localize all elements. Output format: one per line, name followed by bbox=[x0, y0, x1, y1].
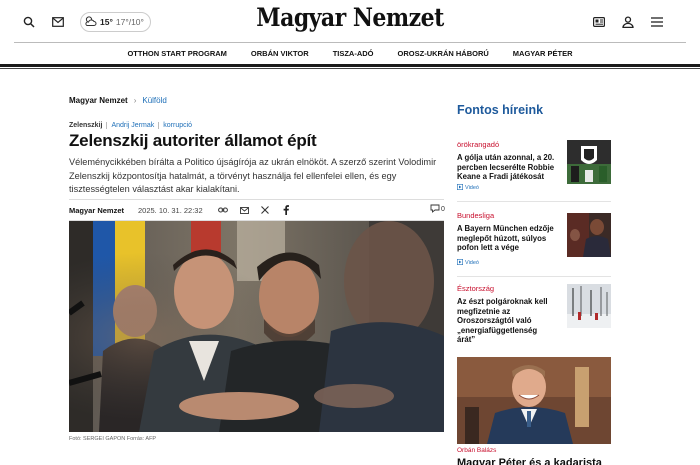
news-category[interactable]: örökrangadó bbox=[457, 140, 499, 149]
top-bar: 15° 17°/10° Magyar Nemzet bbox=[0, 0, 700, 44]
nav-item-magyar-peter[interactable]: MAGYAR PÉTER bbox=[501, 44, 585, 64]
nav-item-orosz-ukran-haboru[interactable]: OROSZ-UKRÁN HÁBORÚ bbox=[386, 44, 501, 64]
news-thumbnail[interactable] bbox=[567, 284, 611, 328]
play-icon bbox=[457, 259, 464, 267]
comment-icon bbox=[430, 204, 440, 215]
email-share-icon[interactable] bbox=[237, 204, 251, 216]
header-divider bbox=[14, 42, 686, 43]
sidebar-news-item[interactable]: örökrangadó A gólja után azonnal, a 20. … bbox=[457, 140, 612, 191]
meta-divider bbox=[69, 199, 444, 200]
news-thumbnail[interactable] bbox=[567, 213, 611, 257]
nav-item-otthon-start[interactable]: OTTHON START PROGRAM bbox=[115, 44, 238, 64]
search-icon[interactable] bbox=[21, 14, 37, 30]
sidebar-news-item[interactable]: Észtország Az észt polgároknak kell megf… bbox=[457, 284, 612, 344]
play-icon bbox=[457, 184, 464, 192]
news-headline[interactable]: A Bayern München edzője meglepőt húzott,… bbox=[457, 224, 557, 253]
comment-count[interactable]: 0 bbox=[430, 204, 445, 215]
site-logo[interactable]: Magyar Nemzet bbox=[42, 3, 658, 32]
menu-icon[interactable] bbox=[649, 14, 665, 30]
video-label-text: Videó bbox=[465, 185, 479, 191]
nav-item-orban-viktor[interactable]: ORBÁN VIKTOR bbox=[239, 44, 321, 64]
tag-link[interactable]: Zelenszkij bbox=[69, 122, 106, 129]
comment-count-value: 0 bbox=[441, 206, 445, 213]
article-date: 2025. 10. 31. 22:32 bbox=[138, 206, 203, 215]
video-label: Videó bbox=[457, 259, 479, 267]
video-label: Videó bbox=[457, 184, 479, 192]
article-hero-image bbox=[69, 221, 444, 432]
nav-divider-thick bbox=[0, 64, 700, 67]
feature-category[interactable]: Orbán Balázs bbox=[457, 447, 496, 454]
article-title: Zelenszkij autoriter államot épít bbox=[69, 131, 317, 150]
article-author[interactable]: Magyar Nemzet bbox=[69, 206, 124, 215]
breadcrumb: Magyar Nemzet › Külföld bbox=[69, 96, 167, 105]
chevron-right-icon: › bbox=[133, 96, 137, 105]
link-icon[interactable] bbox=[216, 204, 230, 216]
sidebar-title: Fontos híreink bbox=[457, 103, 544, 117]
article-tags: Zelenszkij Andrij Jermak korrupció bbox=[69, 122, 196, 129]
tag-link[interactable]: Andrij Jermak bbox=[106, 122, 158, 129]
feature-image[interactable] bbox=[457, 357, 611, 444]
news-category[interactable]: Észtország bbox=[457, 284, 494, 293]
user-icon[interactable] bbox=[620, 14, 636, 30]
news-thumbnail[interactable] bbox=[567, 140, 611, 184]
sidebar-divider bbox=[457, 201, 611, 202]
feature-headline[interactable]: Magyar Péter és a kadarista bbox=[457, 457, 617, 465]
main-nav: OTTHON START PROGRAM ORBÁN VIKTOR TISZA-… bbox=[0, 44, 700, 64]
newsletter-icon[interactable] bbox=[591, 14, 607, 30]
breadcrumb-home[interactable]: Magyar Nemzet bbox=[69, 96, 128, 105]
nav-divider-thin bbox=[0, 68, 700, 69]
nav-item-tisza-ado[interactable]: TISZA-ADÓ bbox=[321, 44, 386, 64]
photo-caption: Fotó: SERGEI GAPON Forrás: AFP bbox=[69, 436, 157, 442]
facebook-icon[interactable] bbox=[279, 204, 293, 216]
news-headline[interactable]: Az észt polgároknak kell megfizetnie az … bbox=[457, 297, 557, 345]
sidebar-divider bbox=[457, 276, 611, 277]
news-category[interactable]: Bundesliga bbox=[457, 211, 494, 220]
x-icon[interactable] bbox=[258, 204, 272, 216]
news-headline[interactable]: A gólja után azonnal, a 20. percben lecs… bbox=[457, 153, 557, 182]
article-lead: Véleménycikkében bírálta a Politico újsá… bbox=[69, 157, 437, 194]
breadcrumb-category[interactable]: Külföld bbox=[142, 96, 166, 105]
sidebar-news-item[interactable]: Bundesliga A Bayern München edzője megle… bbox=[457, 211, 612, 266]
video-label-text: Videó bbox=[465, 260, 479, 266]
tag-link[interactable]: korrupció bbox=[158, 122, 196, 129]
